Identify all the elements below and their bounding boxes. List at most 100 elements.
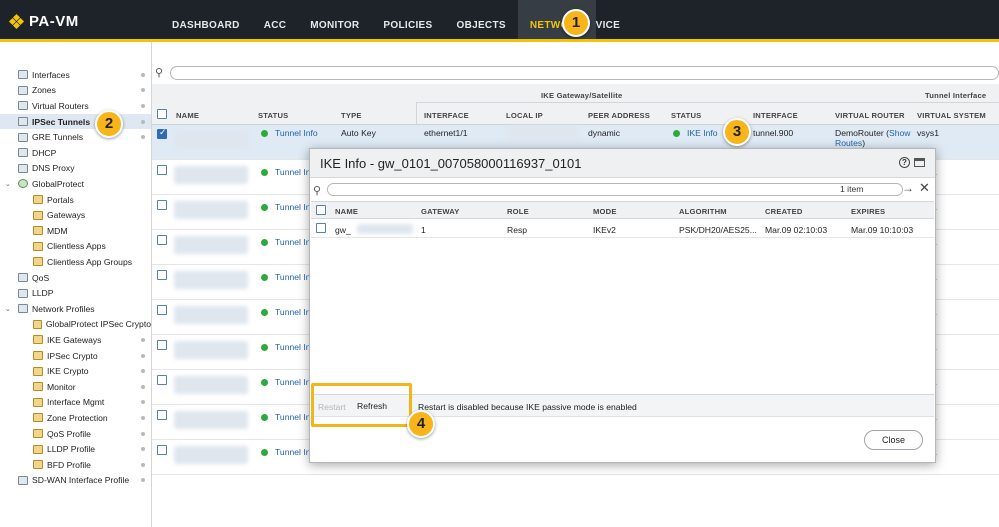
sidebar-item-monitor[interactable]: Monitor [0, 379, 151, 395]
dhcp-icon [18, 148, 28, 158]
sidebar-item-clientless-apps[interactable]: Clientless Apps [0, 239, 151, 255]
lldp-icon [18, 288, 28, 298]
col-interface[interactable]: INTERFACE [424, 111, 469, 120]
sidebar-item-gateways[interactable]: Gateways [0, 207, 151, 223]
nav-tab-objects[interactable]: OBJECTS [445, 0, 518, 39]
table-row[interactable]: gw_ 1 Resp IKEv2 PSK/DH20/AES25... Mar.0… [311, 220, 934, 238]
row-checkbox[interactable] [157, 340, 167, 350]
sidebar-item-zones[interactable]: Zones [0, 83, 151, 99]
nav-tab-device[interactable]: VICE [596, 0, 633, 39]
sidebar-item-portals[interactable]: Portals [0, 192, 151, 208]
sidebar-item-qos-profile[interactable]: QoS Profile [0, 426, 151, 442]
row-checkbox[interactable] [157, 305, 167, 315]
row-checkbox[interactable] [157, 445, 167, 455]
dlg-col-expires[interactable]: EXPIRES [851, 207, 885, 216]
sidebar-item-bfd-profile[interactable]: BFD Profile [0, 457, 151, 473]
sidebar-item-clientless-app-groups[interactable]: Clientless App Groups [0, 254, 151, 270]
row-checkbox[interactable] [157, 165, 167, 175]
tunnel-info-link[interactable]: Tunnel In [275, 167, 311, 177]
sidebar-item-network-profiles[interactable]: ⌄ Network Profiles [0, 301, 151, 317]
sidebar-item-mdm[interactable]: MDM [0, 223, 151, 239]
dialog-filter-input[interactable] [327, 183, 903, 196]
tunnel-info-link[interactable]: Tunnel In [275, 272, 311, 282]
sidebar-item-interfaces[interactable]: Interfaces [0, 67, 151, 83]
nav-tab-policies[interactable]: POLICIES [371, 0, 444, 39]
sidebar-item-ike-crypto[interactable]: IKE Crypto [0, 363, 151, 379]
sidebar-item-lldp[interactable]: LLDP [0, 285, 151, 301]
sidebar-item-qos[interactable]: QoS [0, 270, 151, 286]
dlg-col-name[interactable]: NAME [335, 207, 358, 216]
dlg-col-gateway[interactable]: GATEWAY [421, 207, 460, 216]
status-dot [261, 414, 268, 421]
row-checkbox[interactable] [157, 235, 167, 245]
nav-tab-acc[interactable]: ACC [252, 0, 299, 39]
filter-input[interactable] [170, 66, 999, 80]
tunnel-info-link[interactable]: Tunnel Info [275, 128, 318, 138]
nav-tab-monitor[interactable]: MONITOR [298, 0, 371, 39]
dlg-col-role[interactable]: ROLE [507, 207, 529, 216]
sidebar-item-lldp-profile[interactable]: LLDP Profile [0, 441, 151, 457]
row-checkbox[interactable] [157, 375, 167, 385]
status-dot [261, 344, 268, 351]
sidebar-item-gre-tunnels[interactable]: GRE Tunnels [0, 129, 151, 145]
sidebar-item-sd-wan-interface-profile[interactable]: SD-WAN Interface Profile [0, 473, 151, 489]
tunnel-info-link[interactable]: Tunnel In [275, 342, 311, 352]
apply-filter-arrow-icon[interactable]: → [902, 181, 914, 195]
sidebar-item-ipsec-tunnels[interactable]: IPSec Tunnels [0, 113, 151, 130]
ike-info-link[interactable]: IKE Info [687, 128, 718, 138]
profiles-icon [18, 304, 28, 314]
table-header: IKE Gateway/Satellite Tunnel Interface N… [152, 84, 999, 125]
col-local-ip[interactable]: LOCAL IP [506, 111, 543, 120]
col-name[interactable]: NAME [176, 111, 199, 120]
sdwan-icon [18, 475, 28, 485]
status-dot [141, 462, 145, 467]
dlg-col-algorithm[interactable]: ALGORITHM [679, 207, 727, 216]
col-peer-address[interactable]: PEER ADDRESS [588, 111, 650, 120]
sidebar-item-zone-protection[interactable]: Zone Protection [0, 410, 151, 426]
maximize-icon[interactable] [914, 158, 925, 167]
sidebar-item-interface-mgmt[interactable]: Interface Mgmt [0, 395, 151, 411]
row-checkbox[interactable] [316, 223, 326, 233]
clear-filter-icon[interactable]: ✕ [919, 180, 930, 196]
tunnel-info-link[interactable]: Tunnel In [275, 237, 311, 247]
status-dot [261, 309, 268, 316]
tunnel-info-link[interactable]: Tunnel In [275, 412, 311, 422]
restart-disabled-message: Restart is disabled because IKE passive … [418, 402, 637, 412]
sidebar-item-ike-gateways[interactable]: IKE Gateways [0, 332, 151, 348]
dialog-title-bar[interactable]: IKE Info - gw_0101_007058000116937_0101 … [310, 149, 935, 178]
col-virtual-system[interactable]: VIRTUAL SYSTEM [917, 111, 986, 120]
tunnel-info-link[interactable]: Tunnel In [275, 202, 311, 212]
expand-toggle-icon[interactable]: ⌄ [5, 180, 11, 188]
sidebar-item-globalprotect[interactable]: ⌄ GlobalProtect [0, 176, 151, 192]
sidebar-item-globalprotect-ipsec-crypto[interactable]: GlobalProtect IPSec Crypto [0, 317, 151, 333]
sidebar-item-label: Monitor [47, 381, 76, 392]
select-all-checkbox[interactable] [157, 109, 167, 119]
tunnel-info-link[interactable]: Tunnel In [275, 307, 311, 317]
portal-icon [33, 195, 43, 205]
sidebar-item-dhcp[interactable]: DHCP [0, 145, 151, 161]
row-checkbox[interactable] [157, 200, 167, 210]
tunnel-info-link[interactable]: Tunnel In [275, 447, 311, 457]
help-icon[interactable]: ? [899, 157, 910, 168]
dialog-table-header: NAME GATEWAY ROLE MODE ALGORITHM CREATED… [311, 201, 934, 219]
dlg-col-mode[interactable]: MODE [593, 207, 617, 216]
sidebar-item-ipsec-crypto[interactable]: IPSec Crypto [0, 348, 151, 364]
col-ike-status[interactable]: STATUS [671, 111, 701, 120]
sidebar-item-virtual-routers[interactable]: Virtual Routers [0, 98, 151, 114]
expand-toggle-icon[interactable]: ⌄ [5, 305, 11, 313]
col-type[interactable]: TYPE [341, 111, 362, 120]
col-status[interactable]: STATUS [258, 111, 288, 120]
callout-1: 1 [562, 9, 590, 37]
col-tunnel-interface[interactable]: INTERFACE [753, 111, 798, 120]
dlg-col-created[interactable]: CREATED [765, 207, 803, 216]
row-checkbox[interactable] [157, 410, 167, 420]
close-button[interactable]: Close [864, 430, 923, 450]
status-dot [141, 431, 145, 436]
sidebar-item-dns-proxy[interactable]: DNS Proxy [0, 161, 151, 177]
row-checkbox[interactable] [157, 127, 167, 139]
col-virtual-router[interactable]: VIRTUAL ROUTER [835, 111, 905, 120]
dialog-select-all-checkbox[interactable] [316, 205, 326, 215]
row-checkbox[interactable] [157, 270, 167, 280]
tunnel-info-link[interactable]: Tunnel In [275, 377, 311, 387]
nav-tab-dashboard[interactable]: DASHBOARD [160, 0, 252, 39]
